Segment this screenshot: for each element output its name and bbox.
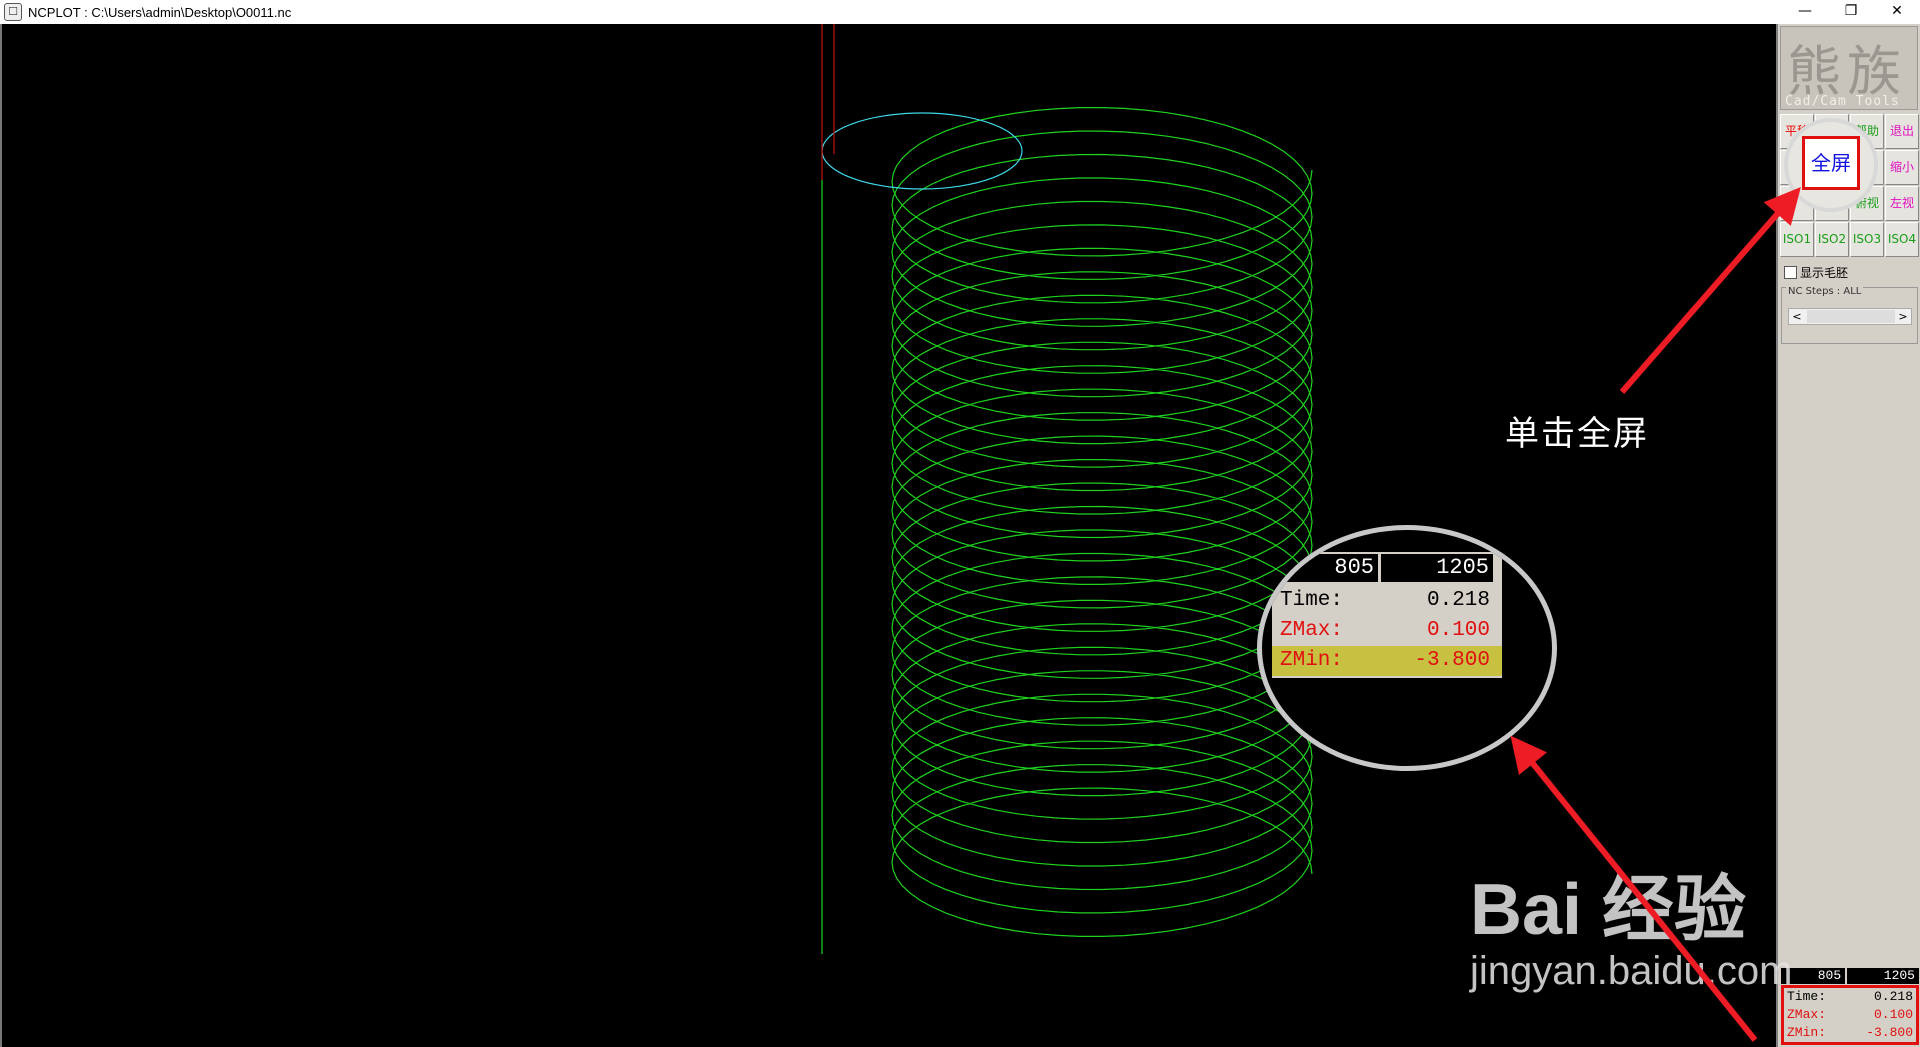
panel-button-15[interactable]: ISO4	[1885, 222, 1919, 257]
scroll-left-icon[interactable]: <	[1789, 309, 1805, 324]
zoom-zmin-value: -3.800	[1414, 649, 1490, 672]
zoom-time-value: 0.218	[1426, 589, 1490, 612]
watermark-main: Bai 经验	[1470, 870, 1747, 950]
nc-steps-label: NC Steps : ALL	[1786, 286, 1864, 297]
window-controls: — ❐ ✕	[1782, 0, 1920, 24]
window-title: NCPLOT : C:\Users\admin\Desktop\O0011.nc	[28, 4, 292, 20]
zoom-zmax-row: ZMax: 0.100	[1272, 616, 1502, 646]
logo-subtitle: Cad/Cam Tools	[1785, 94, 1900, 109]
coord-val2: 1205	[1847, 968, 1919, 984]
minimize-button[interactable]: —	[1782, 0, 1828, 24]
panel-button-13[interactable]: ISO2	[1815, 222, 1849, 257]
panel-button-3[interactable]: 退出	[1885, 114, 1919, 149]
baidu-watermark: Bai 经验 jingyan.baidu.com	[1470, 850, 1792, 994]
zoom-coords: 805 1205	[1272, 552, 1502, 584]
zoom-time-label: Time:	[1280, 589, 1344, 612]
xiongzu-logo: 熊族 Cad/Cam Tools	[1780, 26, 1918, 110]
title-bar: ☐ NCPLOT : C:\Users\admin\Desktop\O0011.…	[0, 0, 1920, 25]
close-button[interactable]: ✕	[1874, 0, 1920, 24]
zoom-readout: 805 1205 Time: 0.218 ZMax: 0.100 ZMin: -…	[1272, 552, 1502, 678]
watermark-sub: jingyan.baidu.com	[1470, 949, 1793, 993]
time-label: Time:	[1787, 989, 1827, 1004]
zmax-label: ZMax:	[1787, 1007, 1827, 1022]
time-value: 0.218	[1873, 989, 1913, 1004]
current-segment	[821, 112, 1023, 190]
stats-readout: 805 1205 Time: 0.218 ZMax: 0.100 ZMin: -…	[1781, 968, 1919, 1045]
panel-button-14[interactable]: ISO3	[1850, 222, 1884, 257]
show-blank-option[interactable]: 显示毛胚	[1784, 264, 1848, 281]
zmax-row: ZMax: 0.100	[1784, 1006, 1916, 1024]
app-icon: ☐	[4, 3, 22, 21]
zoom-zmin-label: ZMin:	[1280, 649, 1344, 672]
zmin-row: ZMin: -3.800	[1784, 1024, 1916, 1042]
helix-path	[891, 107, 1313, 937]
callout-text: 单击全屏	[1505, 414, 1649, 454]
zoom-val1: 805	[1274, 554, 1378, 582]
restore-button[interactable]: ❐	[1828, 0, 1874, 24]
scroll-thumb[interactable]	[1807, 310, 1895, 323]
panel-button-12[interactable]: ISO1	[1780, 222, 1814, 257]
nc-steps-group: NC Steps : ALL < >	[1781, 286, 1918, 344]
show-blank-checkbox[interactable]	[1784, 266, 1797, 279]
zmin-label: ZMin:	[1787, 1025, 1827, 1040]
zoom-time-row: Time: 0.218	[1272, 586, 1502, 616]
fullscreen-button[interactable]: 全屏	[1802, 136, 1860, 190]
zmax-value: 0.100	[1873, 1007, 1913, 1022]
panel-button-11[interactable]: 左视	[1885, 186, 1919, 221]
zoom-zmax-label: ZMax:	[1280, 619, 1344, 642]
coords-readout: 805 1205	[1781, 968, 1919, 984]
zoom-zmax-value: 0.100	[1426, 619, 1490, 642]
scroll-right-icon[interactable]: >	[1895, 309, 1911, 324]
time-row: Time: 0.218	[1784, 988, 1916, 1006]
zoom-val2: 1205	[1381, 554, 1493, 582]
nc-steps-scrollbar[interactable]: < >	[1788, 308, 1912, 325]
zoom-stats: Time: 0.218 ZMax: 0.100 ZMin: -3.800	[1272, 584, 1502, 678]
zoom-zmin-row: ZMin: -3.800	[1272, 646, 1502, 676]
zmin-value: -3.800	[1866, 1025, 1913, 1040]
panel-button-7[interactable]: 缩小	[1885, 150, 1919, 185]
zoom-inset: 805 1205 Time: 0.218 ZMax: 0.100 ZMin: -…	[1257, 525, 1557, 771]
fullscreen-callout: 全屏	[1784, 118, 1878, 212]
show-blank-label: 显示毛胚	[1800, 266, 1849, 280]
stats-box: Time: 0.218 ZMax: 0.100 ZMin: -3.800	[1781, 985, 1919, 1045]
